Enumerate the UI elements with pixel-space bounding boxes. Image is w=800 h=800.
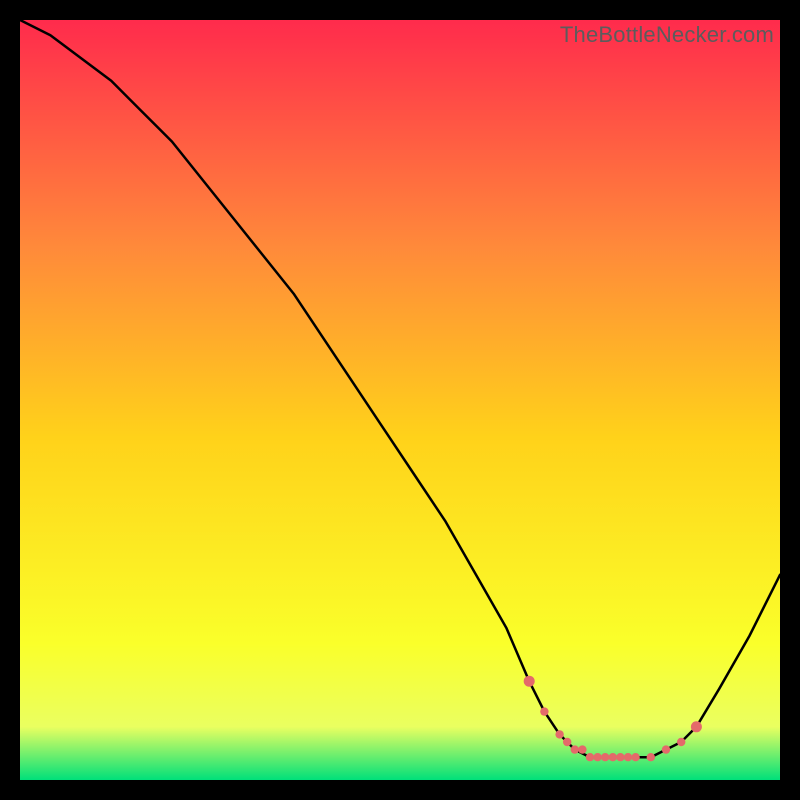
- marker-point: [616, 753, 624, 761]
- marker-point: [609, 753, 617, 761]
- marker-point: [555, 730, 563, 738]
- marker-point: [540, 707, 548, 715]
- marker-point: [601, 753, 609, 761]
- chart-svg: [20, 20, 780, 780]
- marker-point: [624, 753, 632, 761]
- marker-point: [571, 745, 579, 753]
- watermark-text: TheBottleNecker.com: [560, 22, 774, 48]
- marker-point: [691, 721, 702, 732]
- marker-point: [647, 753, 655, 761]
- marker-point: [593, 753, 601, 761]
- marker-point: [662, 745, 670, 753]
- marker-point: [631, 753, 639, 761]
- marker-point: [677, 738, 685, 746]
- chart-frame: TheBottleNecker.com: [20, 20, 780, 780]
- marker-point: [524, 676, 535, 687]
- marker-point: [563, 738, 571, 746]
- marker-point: [586, 753, 594, 761]
- gradient-background: [20, 20, 780, 780]
- marker-point: [578, 745, 586, 753]
